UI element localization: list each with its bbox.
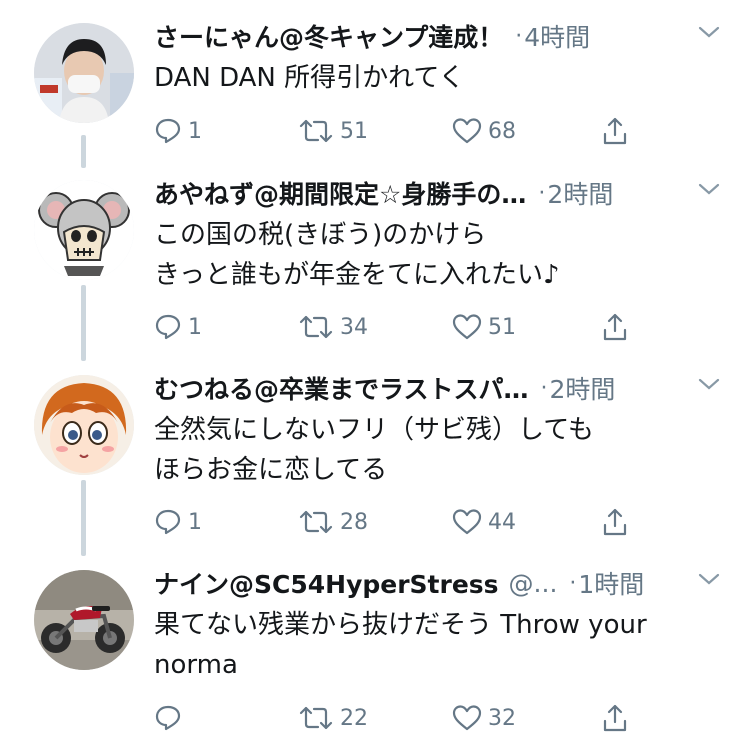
skull-mouse-avatar-image bbox=[34, 180, 134, 280]
reply-button[interactable]: 1 bbox=[154, 113, 202, 149]
share-button[interactable] bbox=[601, 113, 629, 149]
tweet-text: この国の税(きぼう)のかけら きっと誰もが年金をてに入れたい♪ bbox=[154, 215, 724, 295]
heart-icon bbox=[452, 705, 482, 731]
reply-count: 1 bbox=[188, 314, 202, 340]
display-name[interactable]: むつねる@卒業までラストスパ… bbox=[154, 370, 529, 406]
retweet-icon bbox=[299, 510, 333, 534]
share-button[interactable] bbox=[601, 504, 629, 540]
retweet-count: 51 bbox=[340, 118, 368, 144]
avatar[interactable] bbox=[34, 23, 134, 123]
reply-icon bbox=[155, 314, 181, 340]
display-name[interactable]: ナイン@SC54HyperStress bbox=[154, 565, 499, 601]
share-icon bbox=[603, 313, 627, 341]
reply-button[interactable] bbox=[154, 700, 188, 736]
tweet-text-content: 果てない残業から抜けだそう Throw your norma bbox=[154, 610, 647, 680]
separator-dot: · bbox=[515, 23, 523, 49]
like-button[interactable]: 32 bbox=[452, 700, 516, 736]
retweet-count: 22 bbox=[340, 705, 368, 731]
separator-dot: · bbox=[540, 375, 548, 401]
chevron-down-icon[interactable] bbox=[696, 569, 722, 589]
person-with-mask-avatar-image bbox=[34, 23, 134, 123]
display-name[interactable]: あやねず@期間限定☆身勝手の… bbox=[154, 175, 526, 211]
like-count: 68 bbox=[488, 118, 516, 144]
tweet-text: 果てない残業から抜けだそう Throw your norma bbox=[154, 605, 724, 685]
share-button[interactable] bbox=[601, 309, 629, 345]
tweet[interactable]: むつねる@卒業までラストスパ… · 2時間 全然気にしないフリ（サビ残）しても … bbox=[0, 352, 750, 547]
reply-count: 1 bbox=[188, 509, 202, 535]
avatar[interactable] bbox=[34, 570, 134, 670]
retweet-button[interactable]: 22 bbox=[298, 700, 368, 736]
reply-icon bbox=[155, 705, 181, 731]
like-button[interactable]: 68 bbox=[452, 113, 516, 149]
chevron-down-icon[interactable] bbox=[696, 179, 722, 199]
heart-icon bbox=[452, 314, 482, 340]
display-name[interactable]: さーにゃん@冬キャンプ達成！ bbox=[154, 18, 503, 54]
tweet[interactable]: ナイン@SC54HyperStress @... · 1時間 果てない残業から抜… bbox=[0, 547, 750, 754]
share-icon bbox=[603, 117, 627, 145]
timestamp[interactable]: 2時間 bbox=[550, 370, 616, 406]
share-icon bbox=[603, 508, 627, 536]
tweet-actions: 1 51 68 bbox=[154, 113, 654, 149]
timestamp[interactable]: 1時間 bbox=[578, 565, 644, 601]
separator-dot: · bbox=[538, 180, 546, 206]
reply-count: 1 bbox=[188, 118, 202, 144]
retweet-count: 34 bbox=[340, 314, 368, 340]
heart-icon bbox=[452, 118, 482, 144]
chevron-down-icon[interactable] bbox=[696, 22, 722, 42]
tweet-text-content: 全然気にしないフリ（サビ残）しても ほらお金に恋してる bbox=[154, 415, 594, 485]
reply-button[interactable]: 1 bbox=[154, 504, 202, 540]
user-handle[interactable]: @... bbox=[509, 569, 558, 598]
like-count: 44 bbox=[488, 509, 516, 535]
retweet-button[interactable]: 34 bbox=[298, 309, 368, 345]
tweet-actions: 22 32 bbox=[154, 700, 654, 736]
retweet-count: 28 bbox=[340, 509, 368, 535]
heart-icon bbox=[452, 509, 482, 535]
reply-icon bbox=[155, 509, 181, 535]
retweet-icon bbox=[299, 706, 333, 730]
timestamp[interactable]: 4時間 bbox=[524, 18, 590, 54]
tweet-text: 全然気にしないフリ（サビ残）しても ほらお金に恋してる bbox=[154, 410, 724, 490]
motorcycle-avatar-image bbox=[34, 570, 134, 670]
tweet-text: DAN DAN 所得引かれてく bbox=[154, 58, 724, 98]
tweet-actions: 1 34 51 bbox=[154, 309, 654, 345]
tweet-text-content: この国の税(きぼう)のかけら きっと誰もが年金をてに入れたい♪ bbox=[154, 220, 560, 290]
avatar[interactable] bbox=[34, 375, 134, 475]
share-icon bbox=[603, 704, 627, 732]
like-button[interactable]: 51 bbox=[452, 309, 516, 345]
reply-icon bbox=[155, 118, 181, 144]
timestamp[interactable]: 2時間 bbox=[547, 175, 613, 211]
like-count: 32 bbox=[488, 705, 516, 731]
separator-dot: · bbox=[569, 570, 577, 596]
tweet-actions: 1 28 44 bbox=[154, 504, 654, 540]
reply-button[interactable]: 1 bbox=[154, 309, 202, 345]
tweet[interactable]: あやねず@期間限定☆身勝手の… · 2時間 この国の税(きぼう)のかけら きっと… bbox=[0, 157, 750, 352]
retweet-icon bbox=[299, 119, 333, 143]
retweet-button[interactable]: 51 bbox=[298, 113, 368, 149]
anime-girl-avatar-image bbox=[34, 375, 134, 475]
like-button[interactable]: 44 bbox=[452, 504, 516, 540]
share-button[interactable] bbox=[601, 700, 629, 736]
chevron-down-icon[interactable] bbox=[696, 374, 722, 394]
avatar[interactable] bbox=[34, 180, 134, 280]
like-count: 51 bbox=[488, 314, 516, 340]
retweet-button[interactable]: 28 bbox=[298, 504, 368, 540]
tweet-text-line: DAN DAN 所得引かれてく bbox=[154, 63, 465, 93]
retweet-icon bbox=[299, 315, 333, 339]
